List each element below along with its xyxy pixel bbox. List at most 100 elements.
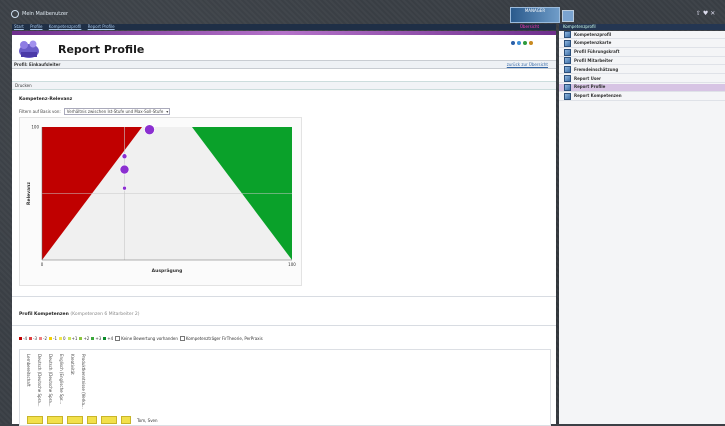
legend-label: -2: [43, 336, 47, 341]
toolbar: Drucken: [12, 81, 556, 90]
report-icon: [564, 39, 571, 47]
competence-column-label: Kreativität: [70, 354, 75, 375]
legend-swatch: [79, 337, 83, 340]
section-profile-title: Profil Kompetenzen (Kompetenzen 6 Mitarb…: [19, 312, 140, 317]
filter-row: Filtern auf Basis von: Verhältnis zwisch…: [19, 108, 171, 115]
relevance-chart-svg: 0 100 100 Ausprägung Relevanz: [26, 124, 296, 274]
legend-item: +4: [103, 336, 113, 341]
score-cell[interactable]: [47, 416, 63, 424]
chart-x-label: Ausprägung: [152, 268, 183, 274]
report-icon: [564, 92, 571, 100]
legend-item: +1: [67, 336, 77, 341]
window-controls[interactable]: ⇧ ♥ ✕: [696, 10, 715, 17]
competence-column-label: Lernbereitschaft: [26, 354, 31, 387]
sidebar-item-profil-mitarbeiter[interactable]: Profil Mitarbeiter: [559, 57, 725, 66]
sidebar-item-profil-f-hrungskraft[interactable]: Profil Führungskraft: [559, 48, 725, 57]
breadcrumb-item[interactable]: Kompetenzprofil: [49, 24, 82, 29]
competence-column-label: Deutsch (Deutsche Spra...: [48, 354, 53, 407]
legend-label: +3: [95, 336, 102, 341]
chart-point: [119, 164, 130, 175]
breadcrumb-item[interactable]: Profile: [30, 24, 42, 29]
legend-item: -4: [19, 336, 27, 341]
home-link-label: Mein Mailbenutzer: [22, 11, 68, 17]
legend-swatch: [29, 337, 32, 340]
breadcrumb-item[interactable]: Report Profile: [88, 24, 115, 29]
sidebar-item-label: Kompetenzprofil: [574, 31, 612, 37]
sidebar-item-kompetenzprofil[interactable]: Kompetenzprofil: [559, 31, 725, 39]
sidebar-item-report-user[interactable]: Report User: [559, 75, 725, 83]
chart-x-tick-label: 0: [41, 262, 44, 267]
score-legend: -4 -3 -2 -1 0 +1 +2 +3 +4 Keine Bewertung vorhand…: [19, 336, 263, 341]
profile-subbar: Profil: Einkaufsleiter zurück zur Übersi…: [12, 60, 556, 69]
status-dot: [511, 41, 515, 45]
score-cell[interactable]: [101, 416, 117, 424]
report-icon: [564, 31, 571, 38]
score-row-label: Tom, Sven: [137, 417, 158, 423]
legend-item: -3: [29, 336, 37, 341]
brand-icon: [562, 10, 574, 22]
status-dot: [517, 41, 521, 45]
top-bar: Mein Mailbenutzer MANAGER ⇧ ♥ ✕: [0, 0, 725, 24]
legend-swatch: [67, 337, 71, 340]
relevance-chart: 0 100 100 Ausprägung Relevanz: [19, 117, 302, 286]
score-cell[interactable]: [27, 416, 43, 424]
main-panel: Report Profile Profil: Einkaufsleiter zu…: [12, 31, 556, 426]
legend-item: Kompetenzträger FirTheorie, PerPraxis: [179, 336, 263, 341]
legend-swatch: [19, 337, 22, 340]
profile-name: Profil: Einkaufsleiter: [14, 62, 61, 67]
legend-label: -3: [33, 336, 37, 341]
sidebar-item-report-profile[interactable]: Report Profile: [559, 83, 725, 92]
sidebar-item-kompetenzkarte[interactable]: Kompetenzkarte: [559, 39, 725, 48]
back-to-overview-link[interactable]: zurück zur Übersicht: [507, 61, 548, 68]
legend-label: +2: [83, 336, 90, 341]
chart-x-tick-label: 100: [288, 262, 296, 267]
competence-column-label: Deutsch (Deutsche Spra...: [37, 354, 42, 407]
sidebar-item-label: Fremdeinschätzung: [574, 66, 619, 72]
breadcrumb-right-link[interactable]: Übersicht: [520, 24, 539, 30]
sidebar-item-fremdeinsch-tzung[interactable]: Fremdeinschätzung: [559, 66, 725, 75]
divider: [12, 325, 556, 326]
score-row: Tom, Sven: [27, 416, 158, 424]
section-relevance-title: Kompetenz-Relevanz: [19, 97, 73, 102]
legend-swatch: [103, 337, 107, 340]
home-link[interactable]: Mein Mailbenutzer: [11, 10, 68, 18]
chart-point: [122, 185, 127, 191]
legend-label: -1: [53, 336, 57, 341]
legend-swatch: [59, 337, 62, 340]
sidebar: Kompetenzprofil Kompetenzkarte Profil Führ…: [559, 31, 725, 424]
brand-label: MANAGER: [524, 8, 546, 13]
status-dot: [529, 41, 533, 45]
legend-swatch: [39, 337, 42, 340]
print-button[interactable]: Drucken: [15, 83, 32, 88]
report-logo-icon: [19, 40, 39, 58]
section-profile-note: (Kompetenzen 6 Mitarbeiter 2): [70, 312, 140, 317]
status-dot: [523, 41, 527, 45]
brand-logo: MANAGER: [510, 7, 560, 23]
score-cell[interactable]: [121, 416, 131, 424]
accent-bar: [12, 31, 556, 35]
filter-select[interactable]: Verhältnis zwischen Ist-Stufe und Max-So…: [63, 108, 171, 115]
legend-label: Kompetenzträger FirTheorie, PerPraxis: [185, 336, 263, 341]
sidebar-item-label: Report User: [574, 75, 601, 81]
score-cell[interactable]: [67, 416, 83, 424]
report-icon: [564, 57, 571, 65]
legend-label: 0: [63, 336, 66, 341]
legend-item: -2: [39, 336, 47, 341]
sidebar-item-label: Report Kompetenzen: [574, 93, 622, 99]
legend-item: +3: [91, 336, 101, 341]
score-cell[interactable]: [87, 416, 97, 424]
competence-column-label: Produktkenntnisse (Verka...: [81, 354, 86, 409]
report-icon: [564, 66, 571, 74]
legend-item: 0: [59, 336, 66, 341]
legend-item: +2: [79, 336, 89, 341]
legend-swatch: [49, 337, 52, 340]
breadcrumb-item[interactable]: Start: [14, 24, 24, 29]
sidebar-item-label: Report Profile: [574, 84, 606, 90]
home-icon: [11, 10, 19, 18]
breadcrumb: Start Profile Kompetenzprofil Report Pro…: [12, 24, 556, 30]
section-profile-label: Profil Kompetenzen: [19, 312, 69, 317]
legend-swatch: [91, 337, 95, 340]
sidebar-item-label: Profil Mitarbeiter: [574, 57, 613, 63]
sidebar-item-report-kompetenzen[interactable]: Report Kompetenzen: [559, 92, 725, 101]
legend-swatch: [179, 336, 185, 341]
